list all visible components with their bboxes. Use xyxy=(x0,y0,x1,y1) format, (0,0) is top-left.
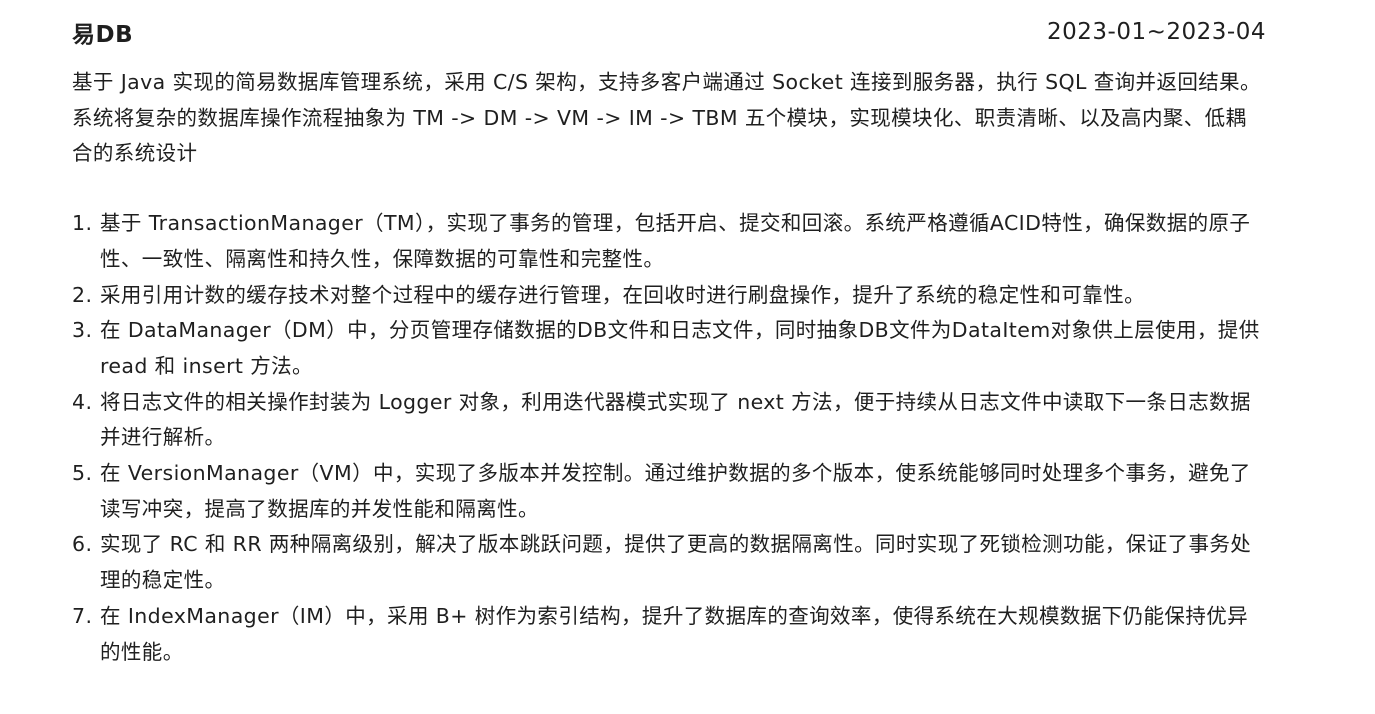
list-item: 2. 采用引用计数的缓存技术对整个过程中的缓存进行管理，在回收时进行刷盘操作，提… xyxy=(72,278,1266,314)
list-item-text: 基于 TransactionManager（TM），实现了事务的管理，包括开启、… xyxy=(100,211,1251,271)
list-item-number: 1. xyxy=(72,211,93,236)
list-item-number: 3. xyxy=(72,318,93,343)
list-item-text: 采用引用计数的缓存技术对整个过程中的缓存进行管理，在回收时进行刷盘操作，提升了系… xyxy=(100,282,1145,307)
list-item: 6. 实现了 RC 和 RR 两种隔离级别，解决了版本跳跃问题，提供了更高的数据… xyxy=(72,527,1266,598)
list-item-text: 在 DataManager（DM）中，分页管理存储数据的DB文件和日志文件，同时… xyxy=(100,318,1260,378)
project-section: 易DB 2023-01~2023-04 基于 Java 实现的简易数据库管理系统… xyxy=(72,10,1266,670)
list-item-number: 4. xyxy=(72,389,93,414)
list-item: 1. 基于 TransactionManager（TM），实现了事务的管理，包括… xyxy=(72,206,1266,277)
list-item-number: 6. xyxy=(72,532,93,557)
list-item-text: 在 IndexManager（IM）中，采用 B+ 树作为索引结构，提升了数据库… xyxy=(100,603,1249,664)
list-item-number: 2. xyxy=(72,282,93,307)
list-item: 7. 在 IndexManager（IM）中，采用 B+ 树作为索引结构，提升了… xyxy=(72,599,1266,670)
list-item: 4. 将日志文件的相关操作封装为 Logger 对象，利用迭代器模式实现了 ne… xyxy=(72,385,1266,456)
list-item: 3. 在 DataManager（DM）中，分页管理存储数据的DB文件和日志文件… xyxy=(72,313,1266,384)
list-item-text: 将日志文件的相关操作封装为 Logger 对象，利用迭代器模式实现了 next … xyxy=(100,389,1251,450)
list-item-number: 7. xyxy=(72,603,93,628)
project-summary: 基于 Java 实现的简易数据库管理系统，采用 C/S 架构，支持多客户端通过 … xyxy=(72,70,1261,166)
list-item-text: 在 VersionManager（VM）中，实现了多版本并发控制。通过维护数据的… xyxy=(100,461,1251,521)
project-header: 易DB 2023-01~2023-04 xyxy=(72,10,1266,54)
feature-list: 1. 基于 TransactionManager（TM），实现了事务的管理，包括… xyxy=(72,206,1266,670)
list-item-text: 实现了 RC 和 RR 两种隔离级别，解决了版本跳跃问题，提供了更高的数据隔离性… xyxy=(100,532,1252,593)
project-period: 2023-01~2023-04 xyxy=(1047,19,1266,45)
project-title: 易DB xyxy=(72,22,134,48)
list-item-number: 5. xyxy=(72,461,93,486)
list-item: 5. 在 VersionManager（VM）中，实现了多版本并发控制。通过维护… xyxy=(72,456,1266,527)
